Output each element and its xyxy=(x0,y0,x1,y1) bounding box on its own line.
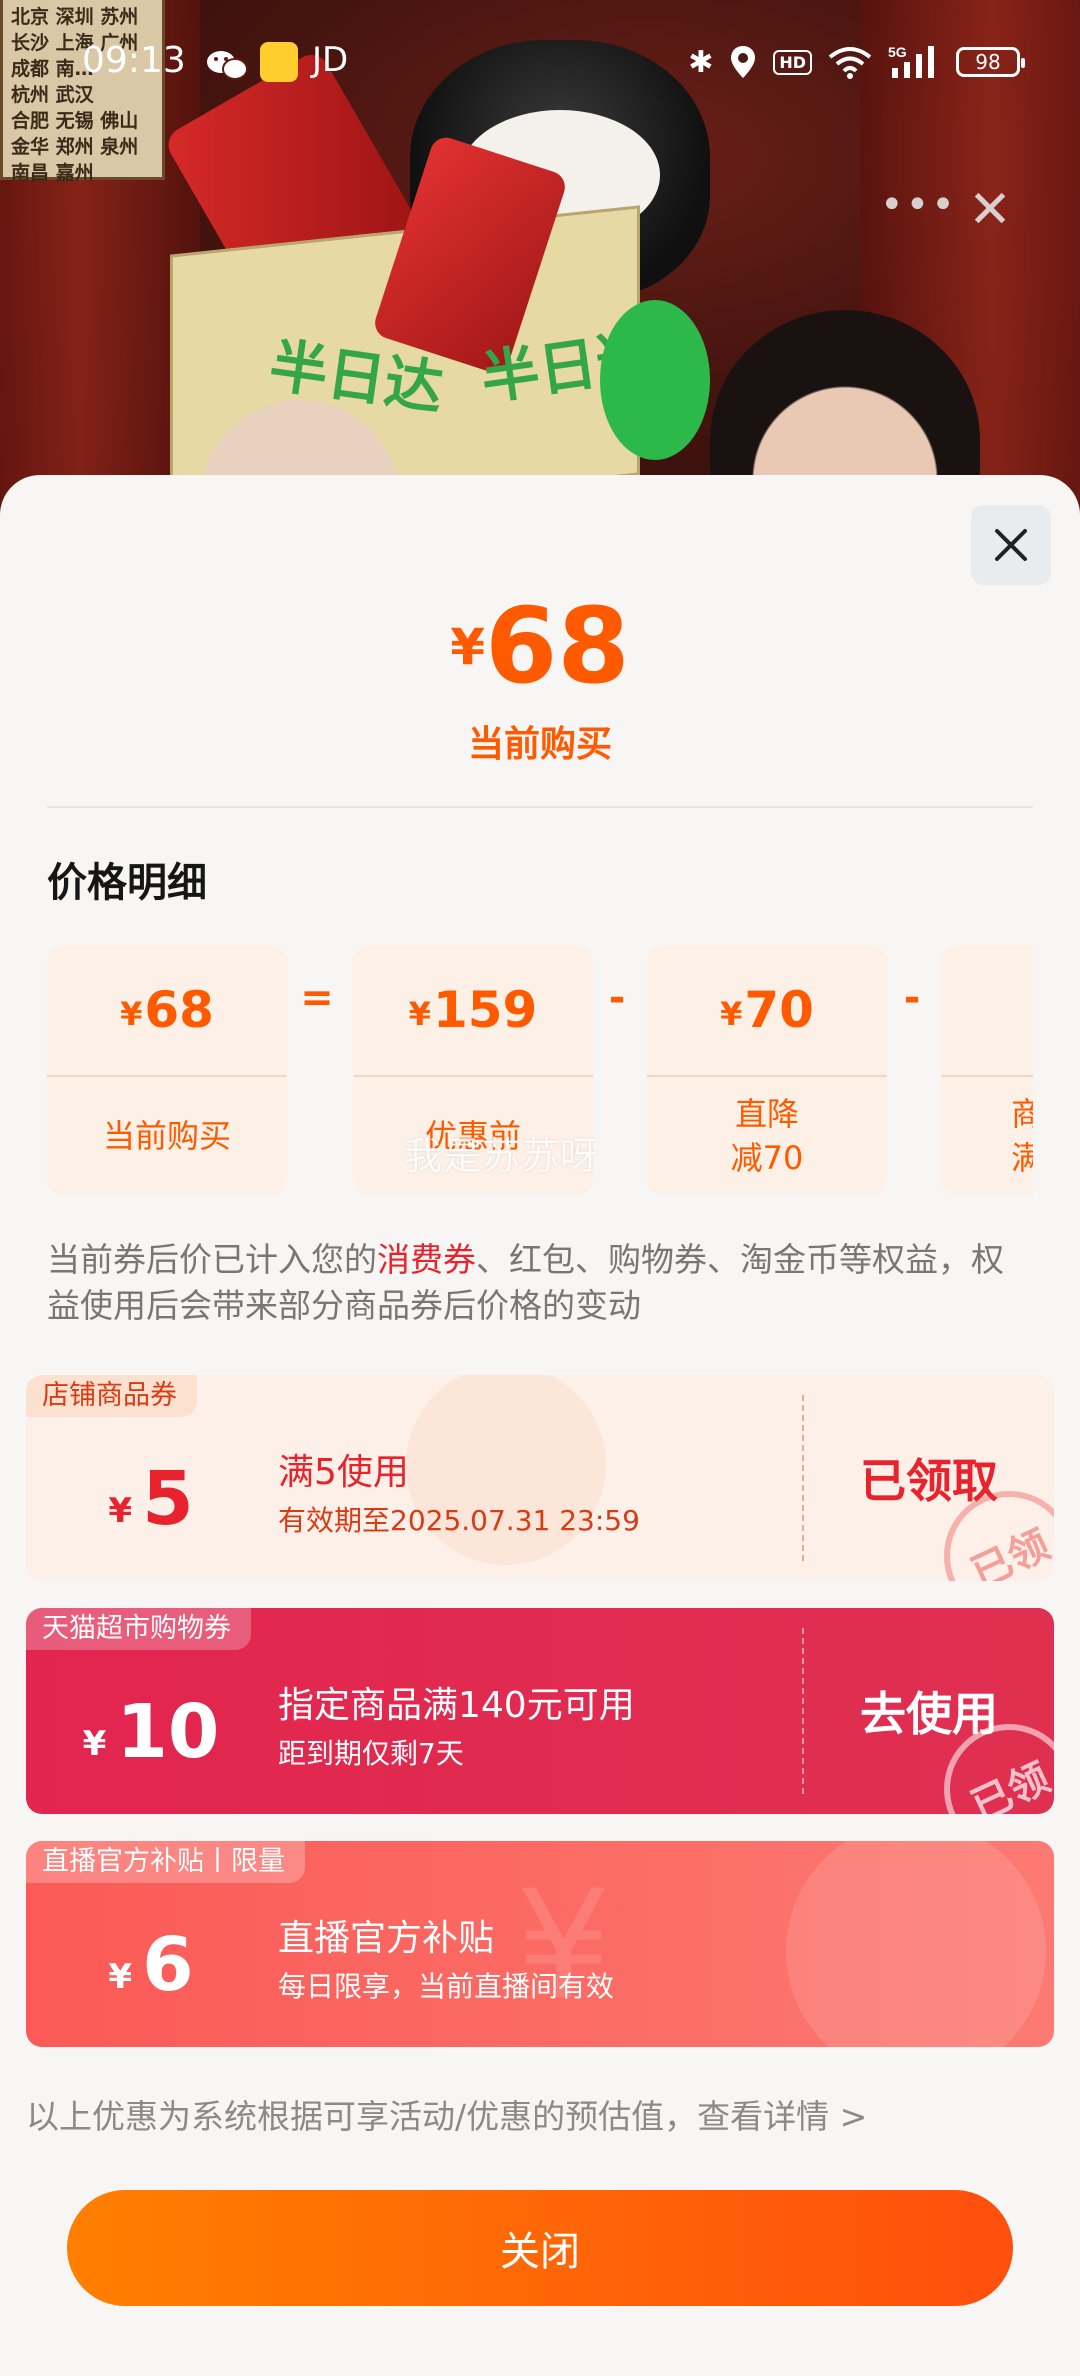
coupon-subtitle: 每日限享，当前直播间有效 xyxy=(278,1970,615,2003)
note-text: 当前券后价已计入您的 xyxy=(47,1240,377,1279)
breakdown-label: 商 xyxy=(1011,1095,1033,1133)
breakdown-card-coupon: 商 满5 xyxy=(941,945,1033,1195)
coupon-tag: 直播官方补贴丨限量 xyxy=(26,1841,305,1883)
price-amount: 68 xyxy=(485,585,630,707)
breakdown-amount: 68 xyxy=(144,981,214,1039)
breakdown-label: 减70 xyxy=(730,1139,804,1177)
breakdown-amount: 70 xyxy=(744,981,814,1039)
breakdown-amount: 159 xyxy=(432,981,538,1039)
wechat-icon xyxy=(207,51,248,80)
breakdown-card-discount: ¥70 直降 减70 xyxy=(647,945,887,1195)
battery-icon: 98 xyxy=(956,47,1025,77)
jd-label: JD xyxy=(312,40,349,80)
note-highlight: 消费券 xyxy=(377,1240,476,1279)
coupon-title: 指定商品满140元可用 xyxy=(278,1685,635,1726)
city-sign-row: 南昌 嘉州 xyxy=(11,162,94,184)
divider xyxy=(47,806,1033,808)
coupon-value: 6 xyxy=(142,1922,194,2008)
view-details-link[interactable]: 以上优惠为系统根据可享活动/优惠的预估值，查看详情 > xyxy=(26,2090,867,2138)
minus-operator: - xyxy=(608,975,626,1021)
coupon-title: 直播官方补贴 xyxy=(278,1918,495,1959)
coupon-live-subsidy[interactable]: ¥ 直播官方补贴丨限量 ¥6 直播官方补贴 每日限享，当前直播间有效 xyxy=(26,1841,1054,2047)
coupon-title: 满5使用 xyxy=(278,1452,409,1493)
app-notification-icon xyxy=(260,42,298,82)
signal-icon: 5G xyxy=(888,44,934,78)
coupon-tag: 天猫超市购物券 xyxy=(26,1608,251,1650)
breakdown-label: 直降 xyxy=(734,1095,799,1133)
coupon-subtitle: 有效期至2025.07.31 23:59 xyxy=(278,1504,640,1537)
close-stream-icon[interactable]: ✕ xyxy=(960,180,1020,240)
currency-symbol: ¥ xyxy=(450,618,486,676)
coupon-tag: 店铺商品券 xyxy=(26,1375,197,1417)
price-note: 当前券后价已计入您的消费券、红包、购物券、淘金币等权益，权益使用后会带来部分商品… xyxy=(47,1237,1033,1329)
city-sign-row: 金华 郑州 泉州 xyxy=(11,136,139,158)
currency-symbol: ¥ xyxy=(120,995,143,1033)
coupon-subtitle: 距到期仅剩7天 xyxy=(278,1737,464,1770)
hd-icon: HD xyxy=(773,49,812,75)
breakdown-card-current: ¥68 当前购买 xyxy=(47,945,287,1195)
breakdown-label: 当前购买 xyxy=(102,1117,231,1155)
minus-operator: - xyxy=(903,975,921,1021)
status-time: 09:13 xyxy=(82,40,186,81)
breakdown-label: 满5 xyxy=(1011,1139,1033,1177)
currency-symbol: ¥ xyxy=(82,1724,107,1764)
equals-operator: = xyxy=(300,975,334,1021)
currency-symbol: ¥ xyxy=(108,1957,133,1997)
section-title: 价格明细 xyxy=(47,860,207,906)
close-icon[interactable] xyxy=(971,505,1051,585)
current-price-label: 当前购买 xyxy=(467,724,612,765)
location-icon xyxy=(731,46,756,78)
bluetooth-icon: ✱ xyxy=(688,44,714,80)
status-right: ✱ HD 5G 98 xyxy=(688,42,1025,82)
currency-symbol: ¥ xyxy=(108,1491,133,1531)
currency-symbol: ¥ xyxy=(408,995,431,1033)
coupon-store[interactable]: 店铺商品券 ¥5 满5使用 有效期至2025.07.31 23:59 已领取 已… xyxy=(26,1375,1054,1581)
green-mascot xyxy=(600,300,710,460)
current-price: ¥68 xyxy=(0,585,1080,707)
more-icon[interactable]: ••• xyxy=(880,185,955,230)
close-button[interactable]: 关闭 xyxy=(67,2190,1013,2306)
coupon-value: 10 xyxy=(116,1689,220,1775)
coupon-tmall-supermarket[interactable]: 天猫超市购物券 ¥10 指定商品满140元可用 距到期仅剩7天 去使用 已领 xyxy=(26,1608,1054,1814)
coupon-value: 5 xyxy=(142,1456,194,1542)
price-detail-sheet: ¥68 当前购买 价格明细 ¥68 当前购买 = ¥159 优惠前 - ¥70 … xyxy=(0,475,1080,2376)
coupon-decoration xyxy=(786,1841,1046,2047)
coupon-amount: ¥5 xyxy=(26,1417,276,1581)
coupon-amount: ¥6 xyxy=(26,1883,276,2047)
coupon-amount: ¥10 xyxy=(26,1650,276,1814)
battery-level: 98 xyxy=(975,50,1001,74)
wifi-icon xyxy=(828,47,872,79)
currency-symbol: ¥ xyxy=(720,995,743,1033)
watermark-text: 我是苏苏呀 xyxy=(404,1134,600,1178)
network-type: 5G xyxy=(888,44,907,60)
status-bar: 09:13 JD ✱ HD 5G 98 xyxy=(0,0,1080,120)
